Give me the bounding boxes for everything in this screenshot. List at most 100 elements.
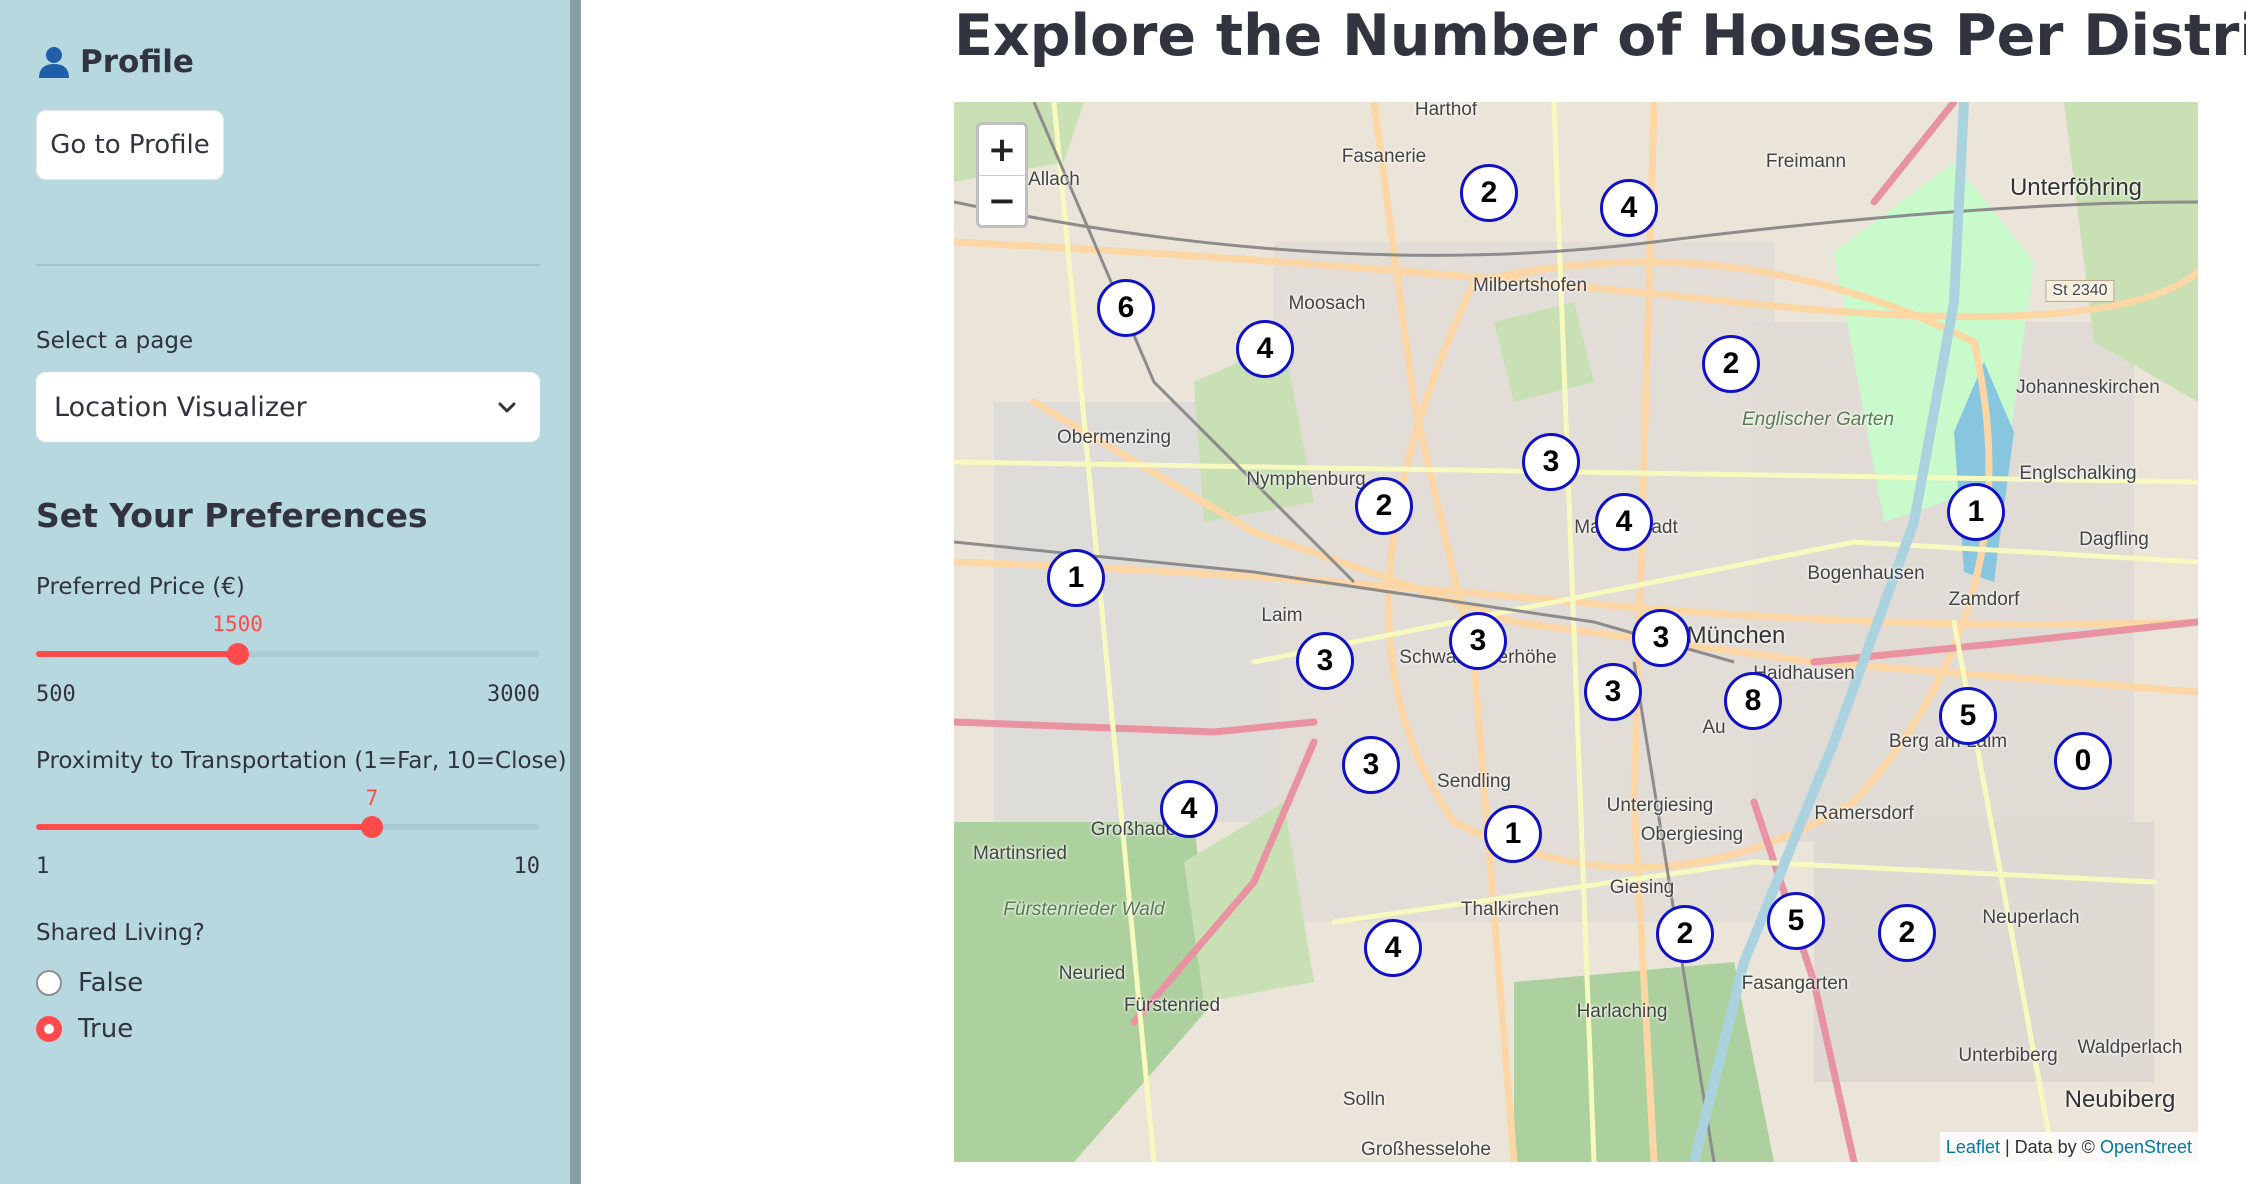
proximity-slider[interactable] [36,816,540,838]
map-attribution: Leaflet | Data by © OpenStreet [1939,1132,2198,1162]
radio-option-true[interactable]: True [36,1014,133,1044]
map-label: Ramersdorf [1814,803,1914,824]
map-label: Johanneskirchen [2016,377,2160,398]
openstreetmap-link[interactable]: OpenStreet [2100,1137,2192,1158]
district-marker[interactable]: 3 [1522,433,1580,491]
price-slider[interactable] [36,643,540,665]
zoom-control: + − [976,122,1028,228]
map-label: Waldperlach [2077,1037,2183,1058]
price-slider-max: 3000 [487,682,540,707]
map-label: Englschalking [2019,463,2137,484]
map-label: Bogenhausen [1807,563,1925,584]
map-label: Fasangarten [1741,973,1849,994]
profile-heading-text: Profile [80,44,194,80]
map-label: Martinsried [973,843,1067,864]
map-label: Nymphenburg [1246,469,1366,490]
go-to-profile-button[interactable]: Go to Profile [36,110,224,180]
proximity-slider-value: 7 [365,786,379,810]
leaflet-link[interactable]: Leaflet [1946,1137,2000,1158]
map-label: Neubiberg [2064,1086,2176,1113]
district-marker[interactable]: 4 [1160,780,1218,838]
select-page-label: Select a page [36,328,194,354]
district-marker[interactable]: 6 [1097,279,1155,337]
district-marker[interactable]: 1 [1047,549,1105,607]
preferences-heading: Set Your Preferences [36,496,428,535]
map-label: Moosach [1288,293,1366,314]
price-slider-fill [36,651,238,657]
proximity-slider-max: 10 [513,854,541,879]
map-label: Giesing [1609,877,1675,898]
map-label: Untergiesing [1606,795,1714,816]
radio-button-false[interactable] [36,970,62,996]
district-map[interactable]: + − Harthof Fasanerie Freimann Allach Un… [954,102,2198,1162]
district-marker[interactable]: 4 [1364,919,1422,977]
radio-option-false[interactable]: False [36,968,143,998]
sidebar-divider [36,264,540,266]
map-label: Harthof [1414,102,1478,120]
map-label: Solln [1342,1089,1386,1110]
map-label: Unterföhring [2009,174,2143,201]
proximity-label: Proximity to Transportation (1=Far, 10=C… [36,748,567,774]
map-label: Harlaching [1576,1001,1668,1022]
page-title: Explore the Number of Houses Per Distric… [954,3,2246,69]
map-label: Sendling [1437,771,1511,792]
page-select-value: Location Visualizer [54,391,307,423]
map-label: Thalkirchen [1460,899,1560,920]
page-select[interactable]: Location Visualizer [36,372,540,442]
district-marker[interactable]: 2 [1656,905,1714,963]
district-marker[interactable]: 4 [1595,493,1653,551]
map-label: Freimann [1765,151,1847,172]
district-marker[interactable]: 5 [1939,687,1997,745]
map-label: Allach [1028,169,1080,190]
map-label: Großhesselohe [1361,1139,1491,1160]
district-marker[interactable]: 2 [1460,164,1518,222]
map-label: Zamdorf [1948,589,2020,610]
district-marker[interactable]: 3 [1632,609,1690,667]
map-label: Fasanerie [1341,146,1427,167]
price-slider-thumb[interactable] [226,643,249,665]
district-marker[interactable]: 2 [1878,904,1936,962]
proximity-slider-fill [36,824,372,830]
district-marker[interactable]: 3 [1449,612,1507,670]
district-marker[interactable]: 4 [1236,320,1294,378]
map-label: Au [1702,717,1726,738]
sidebar: Profile Go to Profile Select a page Loca… [0,0,570,1184]
district-marker[interactable]: 8 [1724,672,1782,730]
district-marker[interactable]: 1 [1947,483,2005,541]
map-label: Laim [1261,605,1303,626]
attribution-separator: | Data by © [1999,1136,2100,1157]
map-label: München [1686,622,1786,649]
user-icon [36,44,72,80]
district-marker[interactable]: 5 [1767,892,1825,950]
district-marker[interactable]: 2 [1702,335,1760,393]
profile-heading: Profile [36,40,194,84]
map-label: Milbertshofen [1472,275,1588,296]
district-marker[interactable]: 3 [1584,663,1642,721]
proximity-slider-min: 1 [36,854,50,879]
price-slider-min: 500 [36,682,76,707]
district-marker[interactable]: 3 [1296,632,1354,690]
district-marker[interactable]: 1 [1484,805,1542,863]
radio-label-false: False [78,968,144,998]
district-marker[interactable]: 4 [1600,179,1658,237]
sidebar-resize-handle[interactable] [570,0,581,1184]
map-label: Fürstenrieder Wald [1003,899,1165,920]
chevron-down-icon [494,394,520,420]
radio-label-true: True [78,1014,134,1044]
district-marker[interactable]: 0 [2054,732,2112,790]
zoom-out-button[interactable]: − [979,176,1025,226]
map-label: Dagfling [2079,529,2149,550]
radio-button-true[interactable] [36,1016,62,1042]
district-marker[interactable]: 3 [1342,736,1400,794]
price-label: Preferred Price (€) [36,574,245,600]
district-marker[interactable]: 2 [1355,477,1413,535]
shared-living-label: Shared Living? [36,920,205,946]
map-label: Unterbiberg [1958,1045,2058,1066]
price-slider-value: 1500 [212,612,263,636]
map-label: Englischer Garten [1741,409,1895,430]
proximity-slider-thumb[interactable] [361,816,383,838]
road-shield: St 2340 [2045,280,2115,302]
map-label: Obergiesing [1640,824,1744,845]
zoom-in-button[interactable]: + [979,125,1025,176]
map-label: Neuperlach [1982,907,2080,928]
